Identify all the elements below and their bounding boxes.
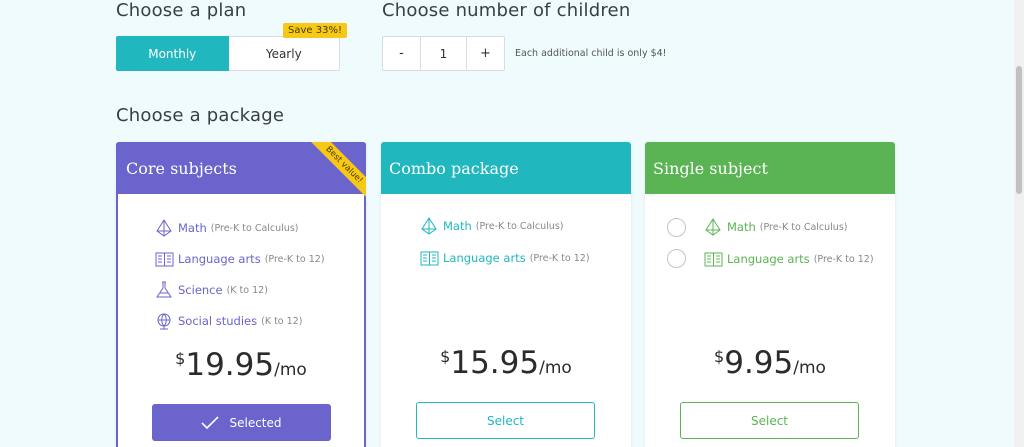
flask-icon [154, 280, 174, 300]
scrollbar-thumb[interactable] [1016, 66, 1022, 194]
subject-name: Math [178, 221, 207, 235]
subject-name: Social studies [178, 314, 258, 328]
subject-range: (K to 12) [261, 315, 303, 327]
price-amount: 9.95 [724, 345, 794, 381]
core-subject-math: Math (Pre-K to Calculus) [154, 218, 298, 238]
best-value-text: Best value! [307, 142, 366, 202]
pyramid-icon [703, 217, 723, 237]
combo-price: $15.95/mo [381, 345, 631, 381]
subject-name: Language arts [178, 252, 261, 266]
currency-symbol: $ [714, 347, 725, 366]
core-price: $19.95/mo [118, 347, 364, 383]
monthly-button[interactable]: Monthly [116, 36, 229, 71]
subject-range: (Pre-K to 12) [529, 252, 590, 264]
price-amount: 19.95 [185, 347, 275, 383]
subject-name: Math [727, 220, 756, 234]
additional-child-note: Each additional child is only $4! [515, 48, 667, 59]
button-label: Select [486, 413, 525, 428]
children-count[interactable]: 1 [420, 37, 467, 70]
plan-heading: Choose a plan [116, 0, 247, 21]
subject-name: Math [443, 219, 472, 233]
single-price: $9.95/mo [645, 345, 895, 381]
combo-package-card[interactable]: Combo package Math (Pre-K to Calculus) L… [381, 142, 631, 447]
price-period: /mo [274, 360, 307, 380]
radio-math[interactable] [667, 218, 686, 237]
subject-range: (Pre-K to Calculus) [759, 221, 848, 233]
children-heading: Choose number of children [382, 0, 631, 21]
combo-select-button[interactable]: Select [416, 402, 595, 439]
currency-symbol: $ [175, 349, 186, 368]
subject-name: Language arts [727, 252, 810, 266]
increment-button[interactable]: + [467, 37, 504, 70]
single-select-button[interactable]: Select [680, 402, 859, 439]
radio-language-arts[interactable] [667, 249, 686, 268]
core-subject-social-studies: Social studies (K to 12) [154, 311, 302, 331]
button-label: Selected [229, 415, 282, 430]
pyramid-icon [419, 216, 439, 236]
single-subject-card[interactable]: Single subject Math (Pre-K to Calculus) … [645, 142, 895, 447]
core-subject-science: Science (K to 12) [154, 280, 268, 300]
currency-symbol: $ [440, 347, 451, 366]
book-icon [703, 249, 723, 269]
single-subject-math: Math (Pre-K to Calculus) [703, 217, 847, 237]
combo-card-title: Combo package [381, 142, 631, 194]
plan-toggle: Monthly Yearly [116, 36, 340, 71]
subject-range: (K to 12) [226, 284, 268, 296]
subject-range: (Pre-K to 12) [264, 253, 325, 265]
subject-range: (Pre-K to 12) [813, 253, 874, 265]
check-icon [201, 415, 220, 430]
book-icon [419, 248, 439, 268]
best-value-ribbon: Best value! [306, 142, 366, 202]
package-heading: Choose a package [116, 105, 285, 126]
yearly-button[interactable]: Yearly [228, 36, 340, 71]
subject-name: Science [178, 283, 223, 297]
core-subject-language-arts: Language arts (Pre-K to 12) [154, 249, 325, 269]
core-selected-button[interactable]: Selected [152, 404, 331, 441]
globe-icon [154, 311, 174, 331]
subject-range: (Pre-K to Calculus) [475, 220, 564, 232]
combo-subject-language-arts: Language arts (Pre-K to 12) [419, 248, 590, 268]
subject-range: (Pre-K to Calculus) [210, 222, 299, 234]
decrement-button[interactable]: - [383, 37, 420, 70]
children-stepper: - 1 + [382, 36, 505, 71]
single-subject-language-arts: Language arts (Pre-K to 12) [703, 249, 874, 269]
book-icon [154, 249, 174, 269]
core-subjects-card[interactable]: Core subjects Best value! Math (Pre-K to… [116, 142, 366, 447]
save-badge: Save 33%! [283, 23, 347, 38]
button-label: Select [750, 413, 789, 428]
price-period: /mo [793, 358, 826, 378]
pyramid-icon [154, 218, 174, 238]
price-period: /mo [539, 358, 572, 378]
combo-subject-math: Math (Pre-K to Calculus) [419, 216, 563, 236]
subject-name: Language arts [443, 251, 526, 265]
page-scrollbar[interactable] [1014, 0, 1024, 447]
single-card-title: Single subject [645, 142, 895, 194]
price-amount: 15.95 [450, 345, 540, 381]
